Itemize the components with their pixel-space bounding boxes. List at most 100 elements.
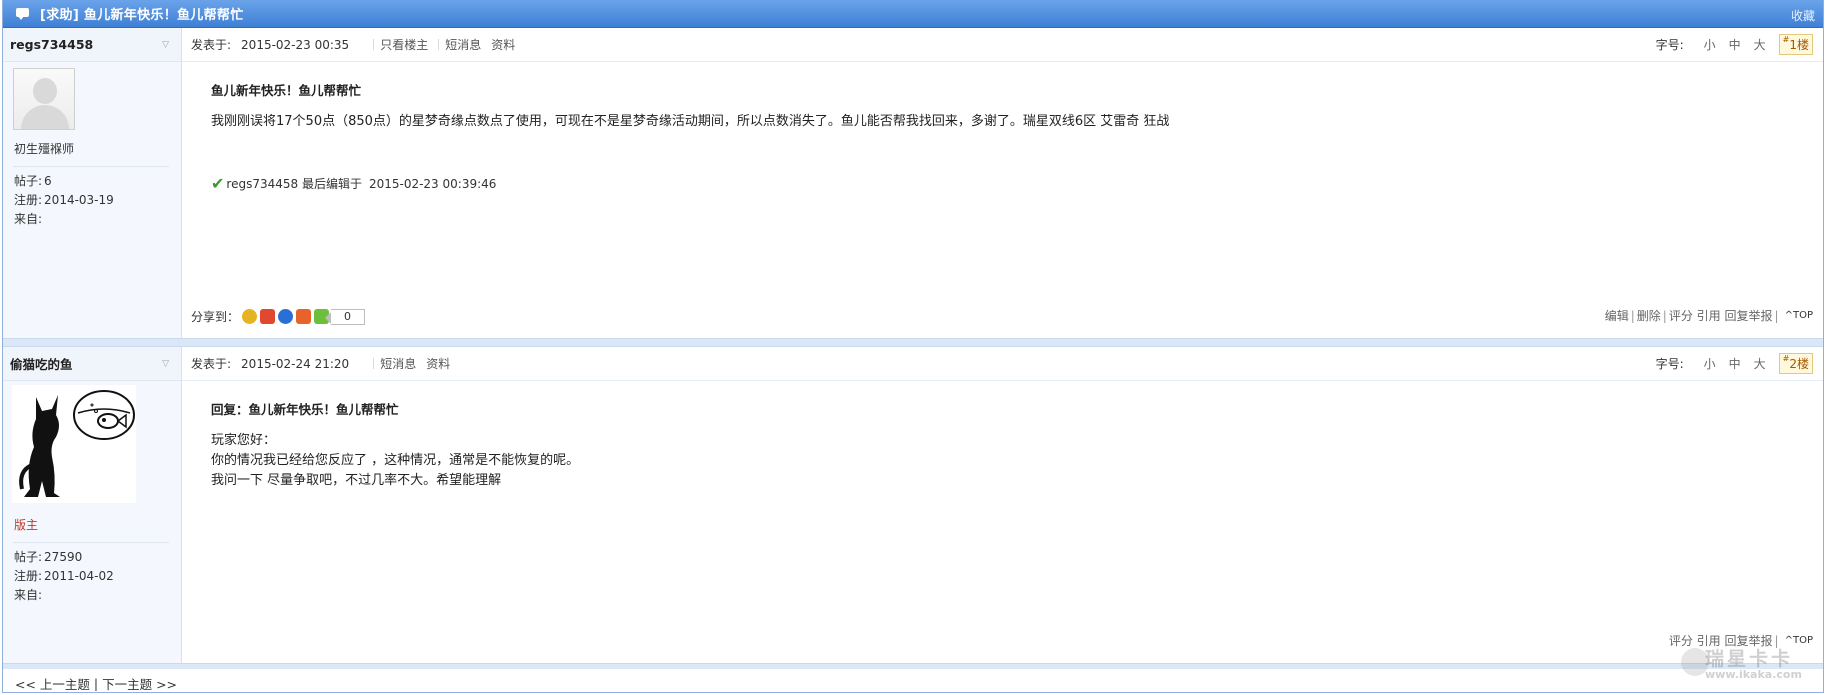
post-message-line: 我问一下 尽量争取吧，不过几率不大。希望能理解 <box>211 473 502 488</box>
watermark-brand: 瑞星卡卡 <box>1705 648 1794 670</box>
post-2-author-sidebar: 偷猫吃的鱼 ▽ 版主 帖子: 27590 注册: 2011-04-02 来自: <box>3 347 182 663</box>
divider: | <box>1662 308 1667 323</box>
post-2: 偷猫吃的鱼 ▽ 版主 帖子: 27590 注册: 2011-04-02 来自: … <box>3 347 1823 663</box>
posted-date: 2015-02-23 00:35 <box>241 37 350 52</box>
share-bar: 分享到： 0 <box>191 308 366 325</box>
floor-badge[interactable]: #1楼 <box>1778 34 1813 55</box>
font-size-small[interactable]: 小 <box>1704 355 1716 372</box>
divider: | <box>1630 308 1635 323</box>
rate-button[interactable]: 评分 <box>1669 307 1693 324</box>
post-header: 发表于: 2015-02-24 21:20 短消息 资料 字号: 小 中 大 #… <box>182 347 1823 381</box>
post-message: 我刚刚误将17个50点（850点）的星梦奇缘点数点了使用，可现在不是星梦奇缘活动… <box>211 114 1170 129</box>
posts-label: 帖子: <box>14 174 43 188</box>
post-subject: 回复：鱼儿新年快乐！鱼儿帮帮忙 <box>211 402 399 417</box>
thread-navigation: << 上一主题 | 下一主题 >> <box>3 669 1823 693</box>
share-count: 0 <box>325 308 366 325</box>
floor-number: 2楼 <box>1789 357 1809 371</box>
post-content: 鱼儿新年快乐！鱼儿帮帮忙 我刚刚误将17个50点（850点）的星梦奇缘点数点了使… <box>182 62 1823 132</box>
short-message-link[interactable]: 短消息 <box>445 36 481 53</box>
reply-button[interactable]: 回复 <box>1725 307 1749 324</box>
author-name-text: 偷猫吃的鱼 <box>10 357 73 372</box>
post-1: regs734458 ▽ 初生殭褓师 帖子: 6 注册: 2014-03-19 来自… <box>3 28 1823 338</box>
font-size-large[interactable]: 大 <box>1754 355 1766 372</box>
registered-label: 注册: <box>14 193 43 207</box>
share-label: 分享到： <box>191 310 240 324</box>
post-1-author-sidebar: regs734458 ▽ 初生殭褓师 帖子: 6 注册: 2014-03-19 来自… <box>3 28 182 338</box>
divider <box>13 166 169 167</box>
post-header: 发表于: 2015-02-23 00:35 只看楼主 短消息 资料 字号: 小 … <box>182 28 1823 62</box>
register-date: 2014-03-19 <box>44 193 114 207</box>
author-username[interactable]: regs734458 ▽ <box>3 28 181 62</box>
share-renren-icon[interactable] <box>278 309 294 324</box>
only-op-link[interactable]: 只看楼主 <box>380 36 428 53</box>
registered-label: 注册: <box>14 569 43 583</box>
watermark-logo: 瑞星卡卡 www.ikaka.com <box>1681 644 1802 684</box>
author-rank: 版主 <box>14 518 39 532</box>
from-label: 来自: <box>14 588 43 602</box>
thread-frame: [求助] 鱼儿新年快乐！鱼儿帮帮忙 收藏 regs734458 ▽ 初生殭褓师 … <box>2 0 1824 693</box>
posts-count: 27590 <box>44 550 83 564</box>
profile-link[interactable]: 资料 <box>426 355 450 372</box>
register-date: 2011-04-02 <box>44 569 114 583</box>
prev-thread-link[interactable]: << 上一主题 <box>15 674 90 693</box>
font-size-medium[interactable]: 中 <box>1729 355 1741 372</box>
post-1-body: 发表于: 2015-02-23 00:35 只看楼主 短消息 资料 字号: 小 … <box>182 28 1823 338</box>
divider <box>373 39 375 50</box>
font-size-large[interactable]: 大 <box>1754 36 1766 53</box>
avatar[interactable] <box>12 385 181 506</box>
author-name-text: regs734458 <box>10 37 94 52</box>
posts-label: 帖子: <box>14 550 43 564</box>
author-stats: 帖子: 27590 注册: 2011-04-02 来自: <box>14 548 181 605</box>
divider <box>13 542 169 543</box>
back-to-top-link[interactable]: ^TOP <box>1785 310 1813 321</box>
report-button[interactable]: 举报 <box>1749 307 1773 324</box>
post-divider <box>3 338 1823 347</box>
floor-badge[interactable]: #2楼 <box>1778 353 1813 374</box>
edited-by: regs734458 最后编辑于 <box>226 177 362 191</box>
author-username[interactable]: 偷猫吃的鱼 ▽ <box>3 347 181 381</box>
post-message-line: 你的情况我已经给您反应了 ，这种情况，通常是不能恢复的呢。 <box>211 453 580 468</box>
checkmark-icon: ✔ <box>211 174 225 193</box>
top-label: TOP <box>1792 310 1813 321</box>
author-stats: 帖子: 6 注册: 2014-03-19 来自: <box>14 172 181 229</box>
cat-fishbowl-avatar-icon <box>12 385 136 503</box>
chevron-down-icon[interactable]: ▽ <box>162 40 169 50</box>
chevron-down-icon[interactable]: ▽ <box>162 359 169 369</box>
from-label: 来自: <box>14 212 43 226</box>
short-message-link[interactable]: 短消息 <box>380 355 416 372</box>
thread-title-bar: [求助] 鱼儿新年快乐！鱼儿帮帮忙 收藏 <box>3 0 1823 28</box>
font-size-medium[interactable]: 中 <box>1729 36 1741 53</box>
floor-number: 1楼 <box>1789 38 1809 52</box>
profile-link[interactable]: 资料 <box>491 36 515 53</box>
post-content: 回复：鱼儿新年快乐！鱼儿帮帮忙 玩家您好： 你的情况我已经给您反应了 ，这种情况… <box>182 381 1823 491</box>
edited-time: 2015-02-23 00:39:46 <box>368 176 497 191</box>
divider: | <box>93 675 99 691</box>
speech-bubble-icon <box>15 7 31 21</box>
delete-button[interactable]: 删除 <box>1637 307 1661 324</box>
font-size-controls: 字号: 小 中 大 #2楼 <box>1656 353 1813 374</box>
divider <box>438 39 440 50</box>
avatar[interactable] <box>13 68 181 130</box>
watermark-url: www.ikaka.com <box>1705 668 1802 681</box>
thread-title: [求助] 鱼儿新年快乐！鱼儿帮帮忙 <box>40 8 244 23</box>
post-message-line: 玩家您好： <box>211 433 277 448</box>
edit-button[interactable]: 编辑 <box>1605 307 1629 324</box>
posted-date: 2015-02-24 21:20 <box>241 356 350 371</box>
favorite-link[interactable]: 收藏 <box>1791 7 1815 24</box>
font-size-small[interactable]: 小 <box>1704 36 1716 53</box>
share-qzone-icon[interactable] <box>242 309 258 324</box>
author-rank: 初生殭褓师 <box>14 142 75 156</box>
post-2-body: 发表于: 2015-02-24 21:20 短消息 资料 字号: 小 中 大 #… <box>182 347 1823 663</box>
post-subject: 鱼儿新年快乐！鱼儿帮帮忙 <box>211 83 362 98</box>
font-size-controls: 字号: 小 中 大 #1楼 <box>1656 34 1813 55</box>
share-kaixin-icon[interactable] <box>296 309 312 324</box>
quote-button[interactable]: 引用 <box>1697 307 1721 324</box>
posts-count: 6 <box>44 174 52 188</box>
divider <box>373 358 375 369</box>
font-size-label: 字号: <box>1655 38 1684 52</box>
share-weibo-icon[interactable] <box>260 309 276 324</box>
font-size-label: 字号: <box>1655 357 1684 371</box>
divider: | <box>1774 308 1779 323</box>
edit-note: ✔ regs734458 最后编辑于 2015-02-23 00:39:46 <box>211 174 1823 193</box>
next-thread-link[interactable]: 下一主题 >> <box>102 674 177 693</box>
